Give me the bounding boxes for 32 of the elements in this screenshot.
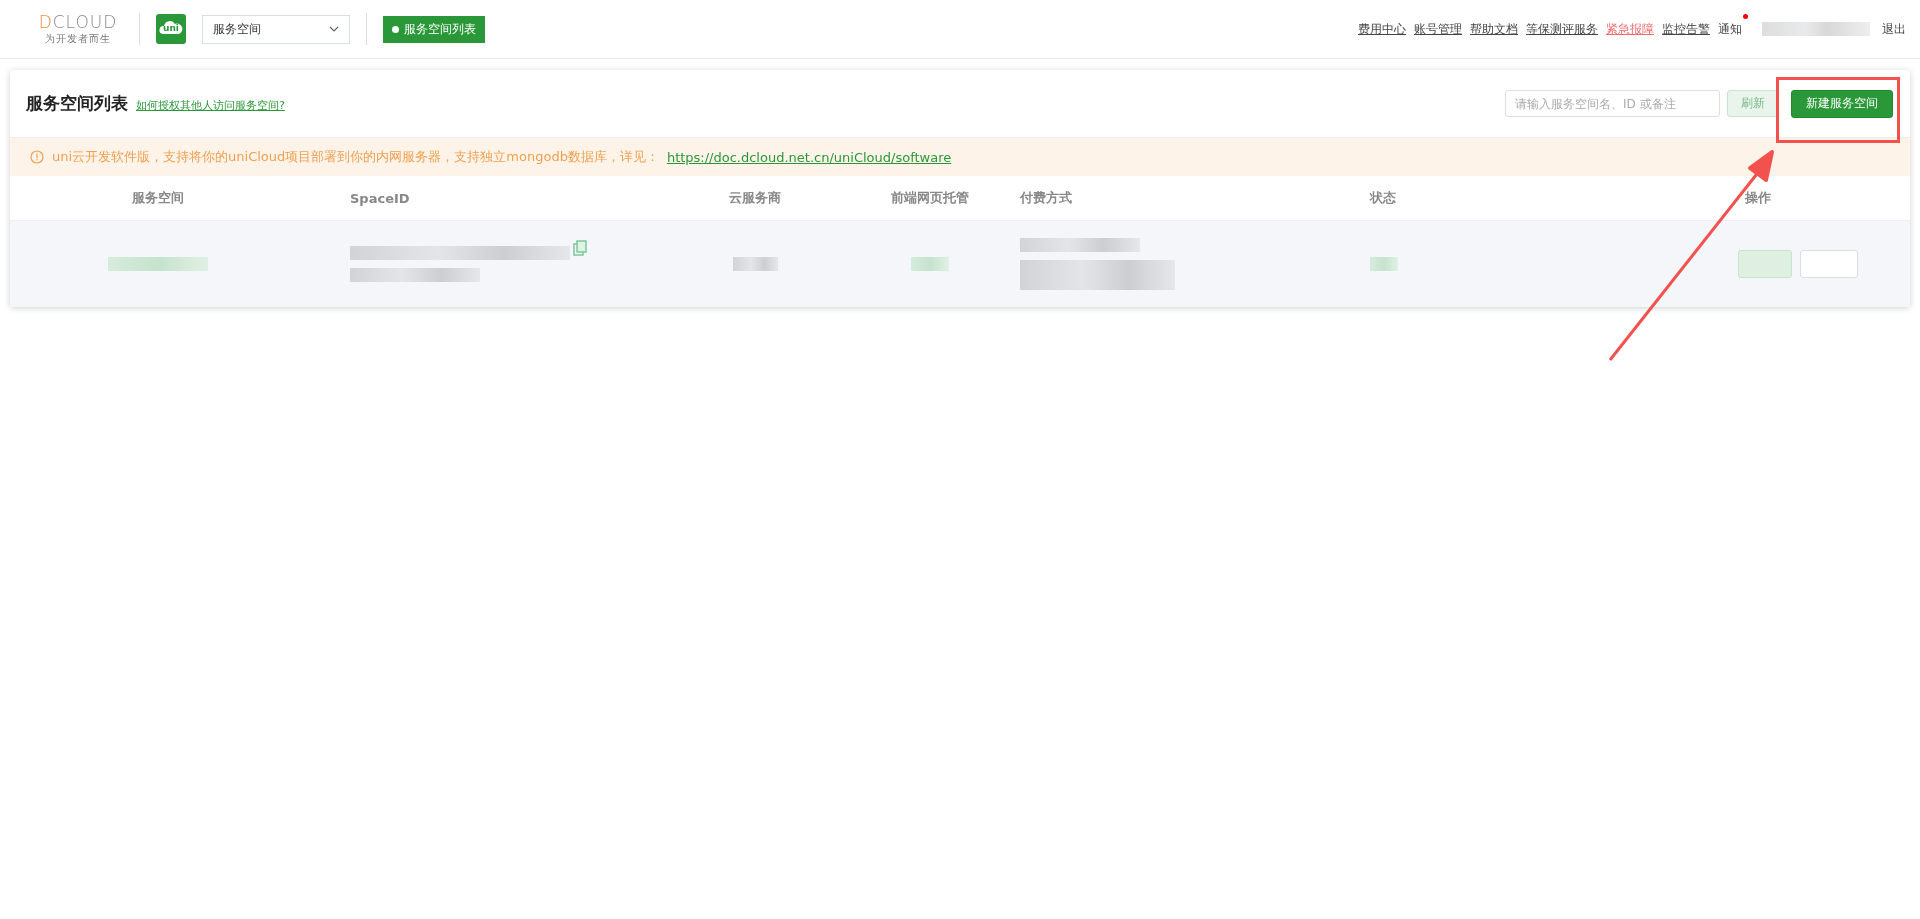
current-page-tag: 服务空间列表 (383, 15, 485, 43)
nav-link[interactable]: 退出 (1882, 20, 1906, 38)
column-header: 操作 (1744, 189, 1771, 207)
column-header: 服务空间 (131, 189, 184, 207)
notification-link[interactable]: 通知 (1718, 21, 1742, 36)
nav-link[interactable]: 账号管理 (1414, 20, 1462, 38)
column-header: 前端网页托管 (891, 189, 969, 207)
nav-link[interactable]: 等保测评服务 (1526, 20, 1598, 38)
docs-link[interactable]: https://doc.dcloud.net.cn/uniCloud/software (666, 149, 952, 165)
banner-text: uni云开发软件版，支持将你的uniCloud项目部署到你的内网服务器，支持独立mongodb数据库，详见： (52, 148, 659, 166)
redacted-button[interactable] (1799, 250, 1858, 278)
column-header: 云服务商 (729, 189, 781, 207)
column-header: 状态 (1370, 189, 1396, 207)
redacted-text (732, 257, 778, 271)
nav-link[interactable]: 帮助文档 (1470, 20, 1518, 38)
space-dropdown[interactable]: 服务空间 (202, 14, 350, 44)
copy-icon[interactable] (573, 240, 587, 256)
info-icon (30, 150, 44, 164)
search-field[interactable]: 请输入服务空间名、ID 或备注 (1505, 90, 1720, 117)
chevron-down-icon (329, 26, 339, 32)
help-link[interactable]: 如何授权其他人访问服务空间? (136, 98, 285, 113)
redacted-text (911, 257, 949, 271)
redacted-button[interactable] (1737, 250, 1792, 278)
create-space-button[interactable]: 新建服务空间 (1791, 89, 1893, 118)
cloud-app-icon[interactable]: uni (156, 14, 186, 44)
logo[interactable]: DCLOUD 为开发者而生 (33, 12, 123, 46)
redacted-text (1370, 257, 1398, 271)
column-header: 付费方式 (1020, 189, 1072, 207)
panel-title: 服务空间列表 (26, 92, 128, 115)
nav-link[interactable]: 监控告警 (1662, 20, 1710, 38)
nav-link[interactable]: 费用中心 (1358, 20, 1406, 38)
column-header: SpaceID (350, 190, 410, 206)
